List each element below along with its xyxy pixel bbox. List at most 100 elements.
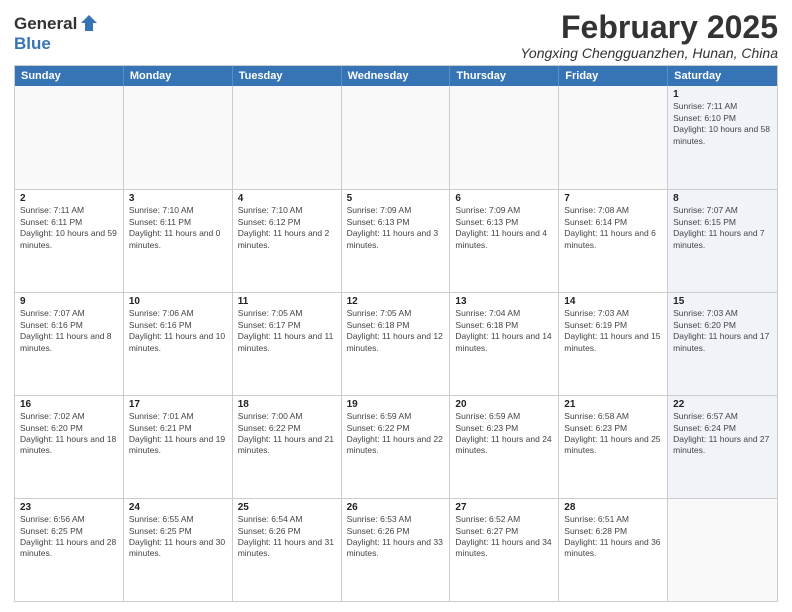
cell-detail: Sunrise: 6:59 AM Sunset: 6:23 PM Dayligh…: [455, 411, 553, 457]
day-number: 12: [347, 296, 445, 307]
calendar-cell: 1Sunrise: 7:11 AM Sunset: 6:10 PM Daylig…: [668, 86, 777, 189]
calendar-cell: 23Sunrise: 6:56 AM Sunset: 6:25 PM Dayli…: [15, 499, 124, 601]
cell-detail: Sunrise: 6:59 AM Sunset: 6:22 PM Dayligh…: [347, 411, 445, 457]
calendar-cell: 28Sunrise: 6:51 AM Sunset: 6:28 PM Dayli…: [559, 499, 668, 601]
day-number: 21: [564, 399, 662, 410]
calendar-cell: 7Sunrise: 7:08 AM Sunset: 6:14 PM Daylig…: [559, 190, 668, 292]
cell-detail: Sunrise: 7:04 AM Sunset: 6:18 PM Dayligh…: [455, 308, 553, 354]
logo-icon: [79, 13, 99, 33]
weekday-header: Sunday: [15, 66, 124, 86]
calendar-cell: 3Sunrise: 7:10 AM Sunset: 6:11 PM Daylig…: [124, 190, 233, 292]
calendar-cell: 8Sunrise: 7:07 AM Sunset: 6:15 PM Daylig…: [668, 190, 777, 292]
location: Yongxing Chengguanzhen, Hunan, China: [520, 45, 778, 61]
day-number: 24: [129, 502, 227, 513]
cell-detail: Sunrise: 7:09 AM Sunset: 6:13 PM Dayligh…: [455, 205, 553, 251]
logo: General Blue: [14, 14, 99, 54]
calendar-row: 2Sunrise: 7:11 AM Sunset: 6:11 PM Daylig…: [15, 189, 777, 292]
calendar: SundayMondayTuesdayWednesdayThursdayFrid…: [14, 65, 778, 602]
weekday-header: Monday: [124, 66, 233, 86]
day-number: 18: [238, 399, 336, 410]
calendar-row: 1Sunrise: 7:11 AM Sunset: 6:10 PM Daylig…: [15, 86, 777, 189]
day-number: 9: [20, 296, 118, 307]
calendar-cell: [559, 86, 668, 189]
cell-detail: Sunrise: 7:07 AM Sunset: 6:16 PM Dayligh…: [20, 308, 118, 354]
day-number: 19: [347, 399, 445, 410]
logo-blue: Blue: [14, 34, 51, 53]
weekday-header: Thursday: [450, 66, 559, 86]
weekday-header: Tuesday: [233, 66, 342, 86]
day-number: 27: [455, 502, 553, 513]
calendar-header: SundayMondayTuesdayWednesdayThursdayFrid…: [15, 66, 777, 86]
cell-detail: Sunrise: 7:09 AM Sunset: 6:13 PM Dayligh…: [347, 205, 445, 251]
cell-detail: Sunrise: 7:11 AM Sunset: 6:10 PM Dayligh…: [673, 101, 772, 147]
cell-detail: Sunrise: 6:57 AM Sunset: 6:24 PM Dayligh…: [673, 411, 772, 457]
cell-detail: Sunrise: 7:11 AM Sunset: 6:11 PM Dayligh…: [20, 205, 118, 251]
calendar-cell: 4Sunrise: 7:10 AM Sunset: 6:12 PM Daylig…: [233, 190, 342, 292]
cell-detail: Sunrise: 7:01 AM Sunset: 6:21 PM Dayligh…: [129, 411, 227, 457]
day-number: 11: [238, 296, 336, 307]
title-block: February 2025 Yongxing Chengguanzhen, Hu…: [520, 10, 778, 61]
cell-detail: Sunrise: 7:05 AM Sunset: 6:18 PM Dayligh…: [347, 308, 445, 354]
calendar-cell: [233, 86, 342, 189]
calendar-cell: 12Sunrise: 7:05 AM Sunset: 6:18 PM Dayli…: [342, 293, 451, 395]
header: General Blue February 2025 Yongxing Chen…: [14, 10, 778, 61]
cell-detail: Sunrise: 7:02 AM Sunset: 6:20 PM Dayligh…: [20, 411, 118, 457]
cell-detail: Sunrise: 6:56 AM Sunset: 6:25 PM Dayligh…: [20, 514, 118, 560]
calendar-cell: [668, 499, 777, 601]
day-number: 20: [455, 399, 553, 410]
month-title: February 2025: [520, 10, 778, 45]
day-number: 2: [20, 193, 118, 204]
calendar-cell: 21Sunrise: 6:58 AM Sunset: 6:23 PM Dayli…: [559, 396, 668, 498]
calendar-cell: 13Sunrise: 7:04 AM Sunset: 6:18 PM Dayli…: [450, 293, 559, 395]
day-number: 7: [564, 193, 662, 204]
calendar-cell: 17Sunrise: 7:01 AM Sunset: 6:21 PM Dayli…: [124, 396, 233, 498]
cell-detail: Sunrise: 7:10 AM Sunset: 6:11 PM Dayligh…: [129, 205, 227, 251]
day-number: 26: [347, 502, 445, 513]
day-number: 5: [347, 193, 445, 204]
cell-detail: Sunrise: 7:05 AM Sunset: 6:17 PM Dayligh…: [238, 308, 336, 354]
cell-detail: Sunrise: 7:08 AM Sunset: 6:14 PM Dayligh…: [564, 205, 662, 251]
calendar-cell: 22Sunrise: 6:57 AM Sunset: 6:24 PM Dayli…: [668, 396, 777, 498]
cell-detail: Sunrise: 6:54 AM Sunset: 6:26 PM Dayligh…: [238, 514, 336, 560]
cell-detail: Sunrise: 7:10 AM Sunset: 6:12 PM Dayligh…: [238, 205, 336, 251]
calendar-cell: 10Sunrise: 7:06 AM Sunset: 6:16 PM Dayli…: [124, 293, 233, 395]
day-number: 17: [129, 399, 227, 410]
day-number: 8: [673, 193, 772, 204]
cell-detail: Sunrise: 6:51 AM Sunset: 6:28 PM Dayligh…: [564, 514, 662, 560]
calendar-cell: 14Sunrise: 7:03 AM Sunset: 6:19 PM Dayli…: [559, 293, 668, 395]
calendar-cell: 16Sunrise: 7:02 AM Sunset: 6:20 PM Dayli…: [15, 396, 124, 498]
calendar-cell: 6Sunrise: 7:09 AM Sunset: 6:13 PM Daylig…: [450, 190, 559, 292]
cell-detail: Sunrise: 7:06 AM Sunset: 6:16 PM Dayligh…: [129, 308, 227, 354]
calendar-cell: 11Sunrise: 7:05 AM Sunset: 6:17 PM Dayli…: [233, 293, 342, 395]
calendar-row: 9Sunrise: 7:07 AM Sunset: 6:16 PM Daylig…: [15, 292, 777, 395]
cell-detail: Sunrise: 6:52 AM Sunset: 6:27 PM Dayligh…: [455, 514, 553, 560]
cell-detail: Sunrise: 6:58 AM Sunset: 6:23 PM Dayligh…: [564, 411, 662, 457]
calendar-cell: 27Sunrise: 6:52 AM Sunset: 6:27 PM Dayli…: [450, 499, 559, 601]
calendar-cell: 15Sunrise: 7:03 AM Sunset: 6:20 PM Dayli…: [668, 293, 777, 395]
weekday-header: Friday: [559, 66, 668, 86]
weekday-header: Wednesday: [342, 66, 451, 86]
day-number: 6: [455, 193, 553, 204]
cell-detail: Sunrise: 7:00 AM Sunset: 6:22 PM Dayligh…: [238, 411, 336, 457]
cell-detail: Sunrise: 6:55 AM Sunset: 6:25 PM Dayligh…: [129, 514, 227, 560]
day-number: 25: [238, 502, 336, 513]
cell-detail: Sunrise: 7:03 AM Sunset: 6:20 PM Dayligh…: [673, 308, 772, 354]
day-number: 28: [564, 502, 662, 513]
calendar-cell: 2Sunrise: 7:11 AM Sunset: 6:11 PM Daylig…: [15, 190, 124, 292]
day-number: 1: [673, 89, 772, 100]
calendar-cell: [124, 86, 233, 189]
calendar-cell: 24Sunrise: 6:55 AM Sunset: 6:25 PM Dayli…: [124, 499, 233, 601]
calendar-cell: [342, 86, 451, 189]
cell-detail: Sunrise: 6:53 AM Sunset: 6:26 PM Dayligh…: [347, 514, 445, 560]
day-number: 14: [564, 296, 662, 307]
weekday-header: Saturday: [668, 66, 777, 86]
cell-detail: Sunrise: 7:07 AM Sunset: 6:15 PM Dayligh…: [673, 205, 772, 251]
day-number: 22: [673, 399, 772, 410]
calendar-cell: 9Sunrise: 7:07 AM Sunset: 6:16 PM Daylig…: [15, 293, 124, 395]
calendar-body: 1Sunrise: 7:11 AM Sunset: 6:10 PM Daylig…: [15, 86, 777, 601]
calendar-cell: 19Sunrise: 6:59 AM Sunset: 6:22 PM Dayli…: [342, 396, 451, 498]
day-number: 16: [20, 399, 118, 410]
calendar-cell: 26Sunrise: 6:53 AM Sunset: 6:26 PM Dayli…: [342, 499, 451, 601]
calendar-cell: 18Sunrise: 7:00 AM Sunset: 6:22 PM Dayli…: [233, 396, 342, 498]
day-number: 4: [238, 193, 336, 204]
